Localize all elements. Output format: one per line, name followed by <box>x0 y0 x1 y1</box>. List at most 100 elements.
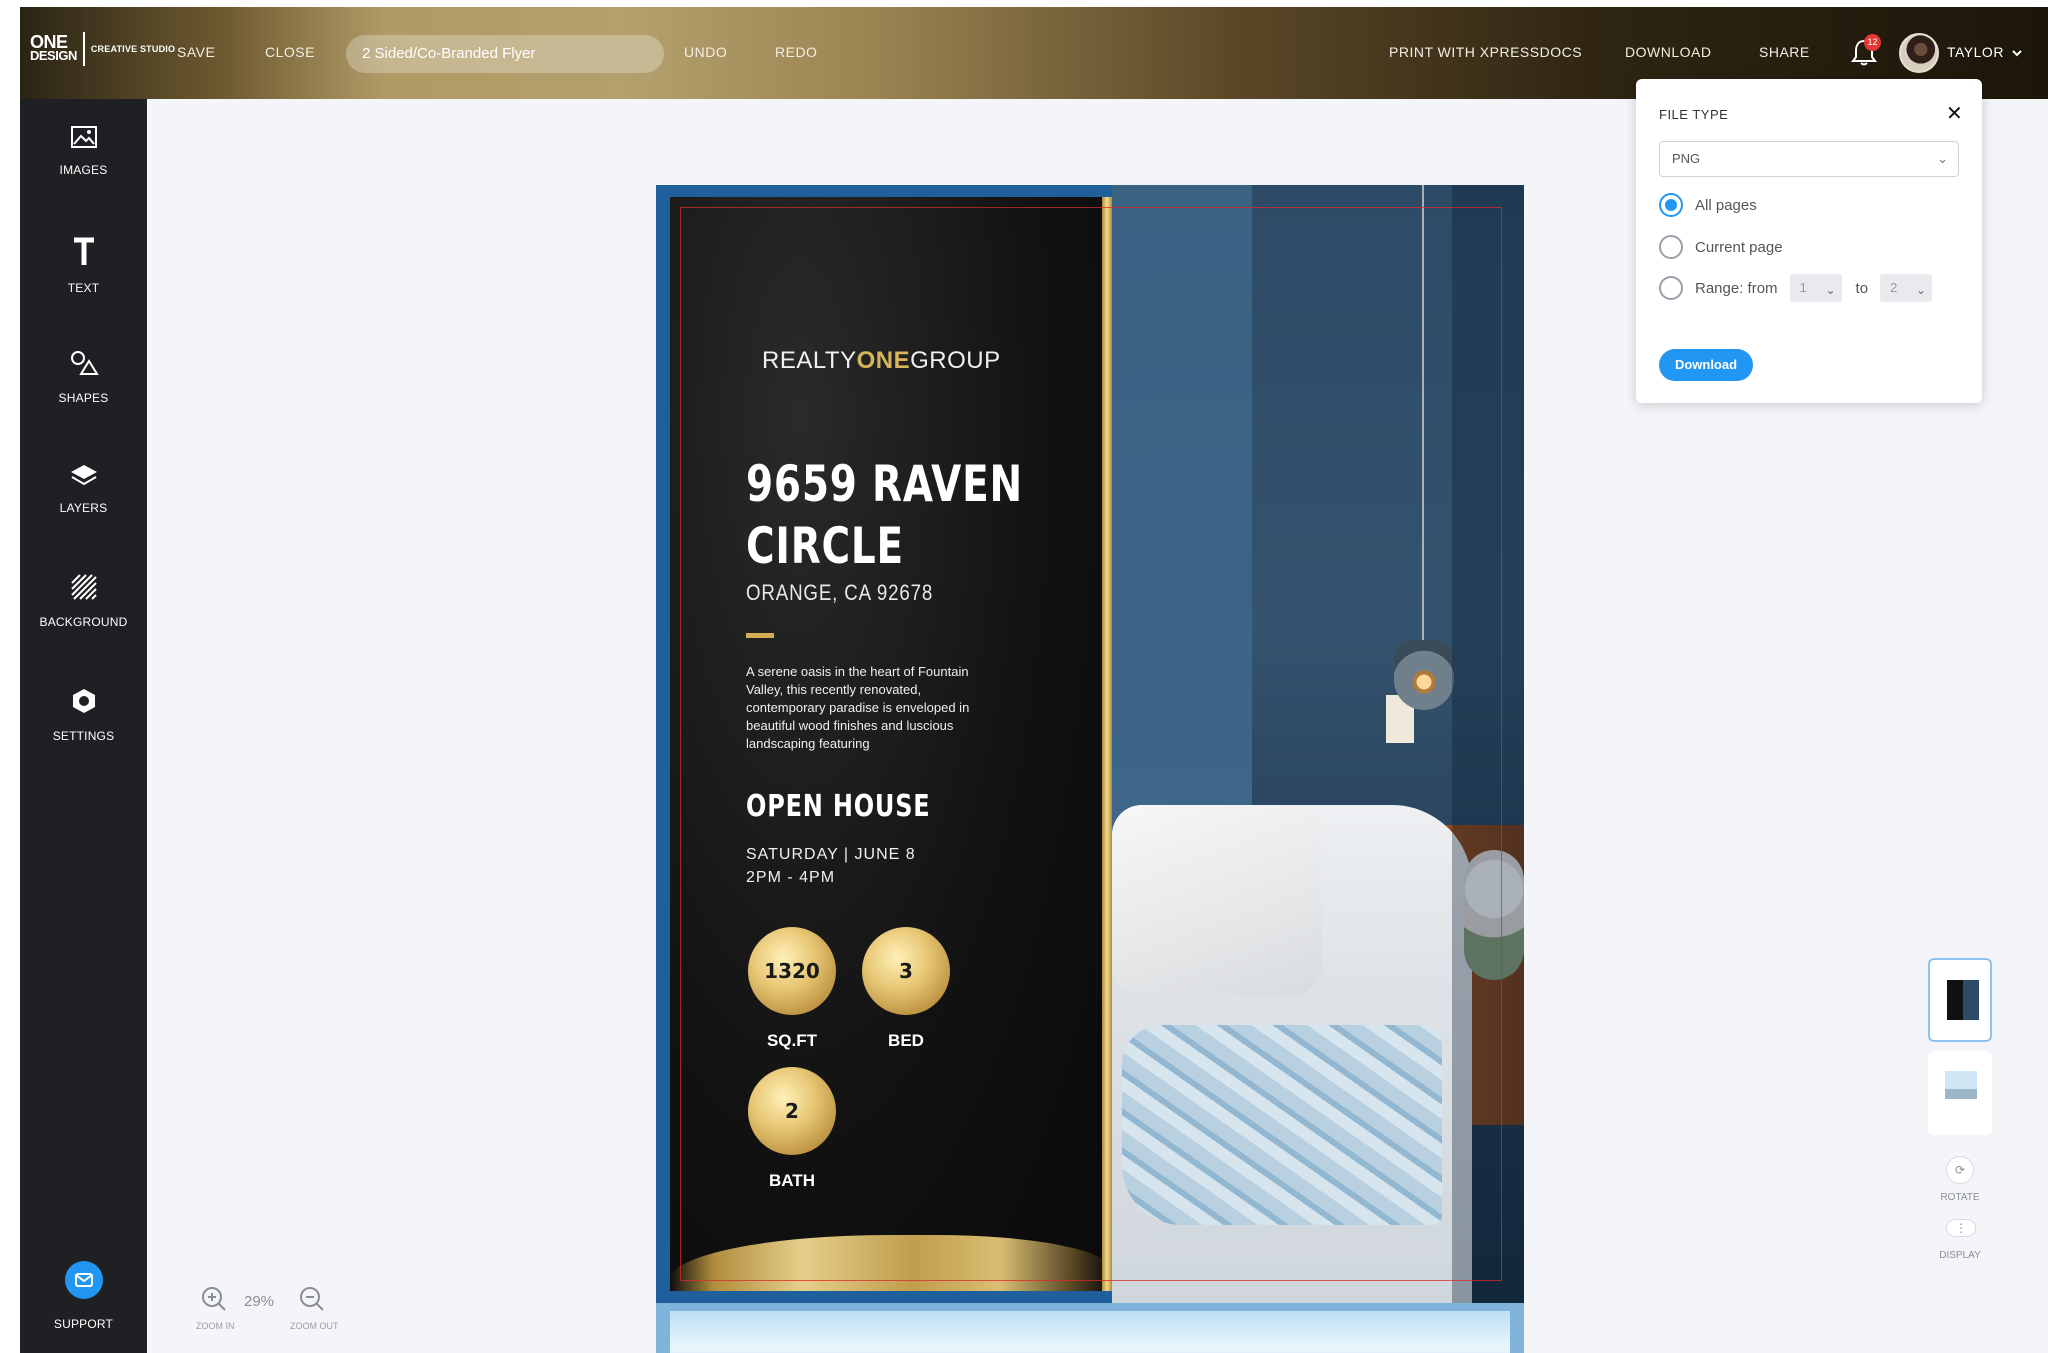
background-icon <box>70 574 97 600</box>
brand-part2: ONE <box>856 347 911 374</box>
notification-badge: 12 <box>1864 34 1881 51</box>
brand-part3: GROUP <box>910 347 1001 374</box>
option-range[interactable]: Range: from 1 ⌄ to 2 ⌄ <box>1659 274 1933 302</box>
city-line[interactable]: ORANGE, CA 92678 <box>746 580 933 606</box>
sidebar-item-label: TEXT <box>67 281 100 295</box>
zoom-percent: 29% <box>244 1293 275 1310</box>
sidebar-item-layers[interactable]: LAYERS <box>20 463 147 515</box>
close-button[interactable]: CLOSE <box>265 44 315 60</box>
file-type-select[interactable]: PNG ⌄ <box>1659 141 1959 177</box>
close-icon[interactable]: ✕ <box>1946 101 1963 126</box>
display-label: DISPLAY <box>1939 1250 1981 1261</box>
layers-icon <box>70 465 97 486</box>
chevron-down-icon: ⌄ <box>1916 283 1927 297</box>
sidebar-item-label: IMAGES <box>59 163 108 177</box>
address-line1: 9659 RAVEN <box>746 455 1023 513</box>
logo-mark: ONE DESIGN <box>30 33 77 63</box>
zoom-in-label: ZOOM IN <box>196 1321 235 1331</box>
option-label: Current page <box>1695 238 1783 256</box>
address-heading[interactable]: 9659 RAVEN CIRCLE <box>746 453 1023 577</box>
sidebar-item-background[interactable]: BACKGROUND <box>20 573 147 629</box>
sidebar-item-text[interactable]: TEXT <box>20 237 147 295</box>
zoom-out-icon[interactable] <box>298 1285 326 1313</box>
avatar[interactable] <box>1899 33 1939 73</box>
stat-bath-circle[interactable]: 2 <box>748 1067 836 1155</box>
option-all-pages[interactable]: All pages <box>1659 193 1757 217</box>
photo-lamp <box>1394 640 1454 710</box>
stat-sqft-circle[interactable]: 1320 <box>748 927 836 1015</box>
radio-range[interactable] <box>1659 276 1683 300</box>
zoom-in-icon[interactable] <box>200 1285 228 1313</box>
user-name[interactable]: TAYLOR <box>1947 44 2004 60</box>
flyer-page-2[interactable] <box>656 1303 1524 1353</box>
download-popup: FILE TYPE ✕ PNG ⌄ All pages Current page… <box>1636 79 1982 403</box>
share-button[interactable]: SHARE <box>1759 44 1810 60</box>
save-button[interactable]: SAVE <box>177 44 215 60</box>
bedroom-photo[interactable] <box>1112 185 1524 1303</box>
sidebar-item-shapes[interactable]: SHAPES <box>20 349 147 405</box>
sidebar-item-label: BACKGROUND <box>39 615 128 629</box>
open-house-title[interactable]: OPEN HOUSE <box>746 789 930 824</box>
stat-sqft-label[interactable]: SQ.FT <box>742 1031 842 1051</box>
sidebar-item-images[interactable]: IMAGES <box>20 125 147 177</box>
settings-icon <box>72 689 95 713</box>
page-thumbnail-1[interactable] <box>1928 958 1992 1042</box>
range-to-select[interactable]: 2 ⌄ <box>1880 274 1933 302</box>
sidebar-item-settings[interactable]: SETTINGS <box>20 687 147 743</box>
photo-lamp-cord <box>1422 185 1424 655</box>
download-button[interactable]: DOWNLOAD <box>1625 44 1711 60</box>
support-button[interactable] <box>65 1261 103 1299</box>
logo-divider <box>82 32 85 66</box>
rotate-button[interactable]: ⟳ <box>1946 1156 1974 1184</box>
option-label: All pages <box>1695 196 1757 214</box>
support-label: SUPPORT <box>53 1317 114 1331</box>
brand-logo-text[interactable]: REALTYONEGROUP <box>762 347 1001 375</box>
chevron-down-icon: ⌄ <box>1937 151 1948 166</box>
popup-download-button[interactable]: Download <box>1659 349 1753 381</box>
option-label: Range: from <box>1695 279 1778 297</box>
range-from-value: 1 <box>1799 280 1807 295</box>
undo-button[interactable]: UNDO <box>684 44 727 60</box>
stat-bed-circle[interactable]: 3 <box>862 927 950 1015</box>
photo-pillow <box>1112 805 1322 995</box>
brand-part1: REALTY <box>762 347 857 374</box>
radio-current-page[interactable] <box>1659 235 1683 259</box>
file-type-label: FILE TYPE <box>1659 107 1729 122</box>
photo-edge-shadow <box>1452 185 1524 1303</box>
photo-blanket <box>1122 1025 1442 1225</box>
description-text[interactable]: A serene oasis in the heart of Fountain … <box>746 663 1001 753</box>
gold-dash[interactable] <box>746 633 774 638</box>
address-line2: CIRCLE <box>746 517 904 575</box>
stat-bed-label[interactable]: BED <box>856 1031 956 1051</box>
thumbnail-preview <box>1947 980 1979 1020</box>
document-title-input[interactable]: 2 Sided/Co-Branded Flyer <box>346 35 664 73</box>
radio-all-pages[interactable] <box>1659 193 1683 217</box>
zoom-out-label: ZOOM OUT <box>290 1321 339 1331</box>
sidebar-item-label: LAYERS <box>59 501 108 515</box>
print-with-xpressdocs-button[interactable]: PRINT WITH XPRESSDOCS <box>1389 44 1582 60</box>
gold-divider-bar[interactable] <box>1102 197 1112 1291</box>
chevron-down-icon: ⌄ <box>1825 283 1836 297</box>
image-icon <box>70 126 97 148</box>
stat-bath-label[interactable]: BATH <box>742 1171 842 1191</box>
flyer-page-1[interactable]: REALTYONEGROUP 9659 RAVEN CIRCLE ORANGE,… <box>656 185 1524 1303</box>
chevron-down-icon[interactable] <box>2011 47 2023 59</box>
open-house-time: 2PM - 4PM <box>746 869 836 886</box>
rotate-label: ROTATE <box>1940 1192 1980 1203</box>
sidebar-item-label: SHAPES <box>58 391 109 405</box>
logo: ONE DESIGN CREATIVE STUDIO <box>30 32 175 66</box>
left-sidebar: IMAGES TEXT SHAPES LAYERS BACKGROUND SET… <box>20 99 147 1353</box>
logo-line2: DESIGN <box>30 48 77 63</box>
display-toggle[interactable]: ⋮ <box>1946 1219 1976 1237</box>
page-thumbnail-2[interactable] <box>1928 1051 1992 1135</box>
sidebar-item-label: SETTINGS <box>52 729 115 743</box>
thumbnail-preview <box>1945 1071 1977 1111</box>
open-house-date: SATURDAY | JUNE 8 <box>746 846 916 863</box>
shapes-icon <box>70 351 99 375</box>
option-current-page[interactable]: Current page <box>1659 235 1783 259</box>
logo-subtitle: CREATIVE STUDIO <box>90 44 176 54</box>
range-to-label: to <box>1855 279 1869 297</box>
open-house-details[interactable]: SATURDAY | JUNE 8 2PM - 4PM <box>746 843 916 889</box>
redo-button[interactable]: REDO <box>775 44 817 60</box>
range-from-select[interactable]: 1 ⌄ <box>1789 274 1842 302</box>
